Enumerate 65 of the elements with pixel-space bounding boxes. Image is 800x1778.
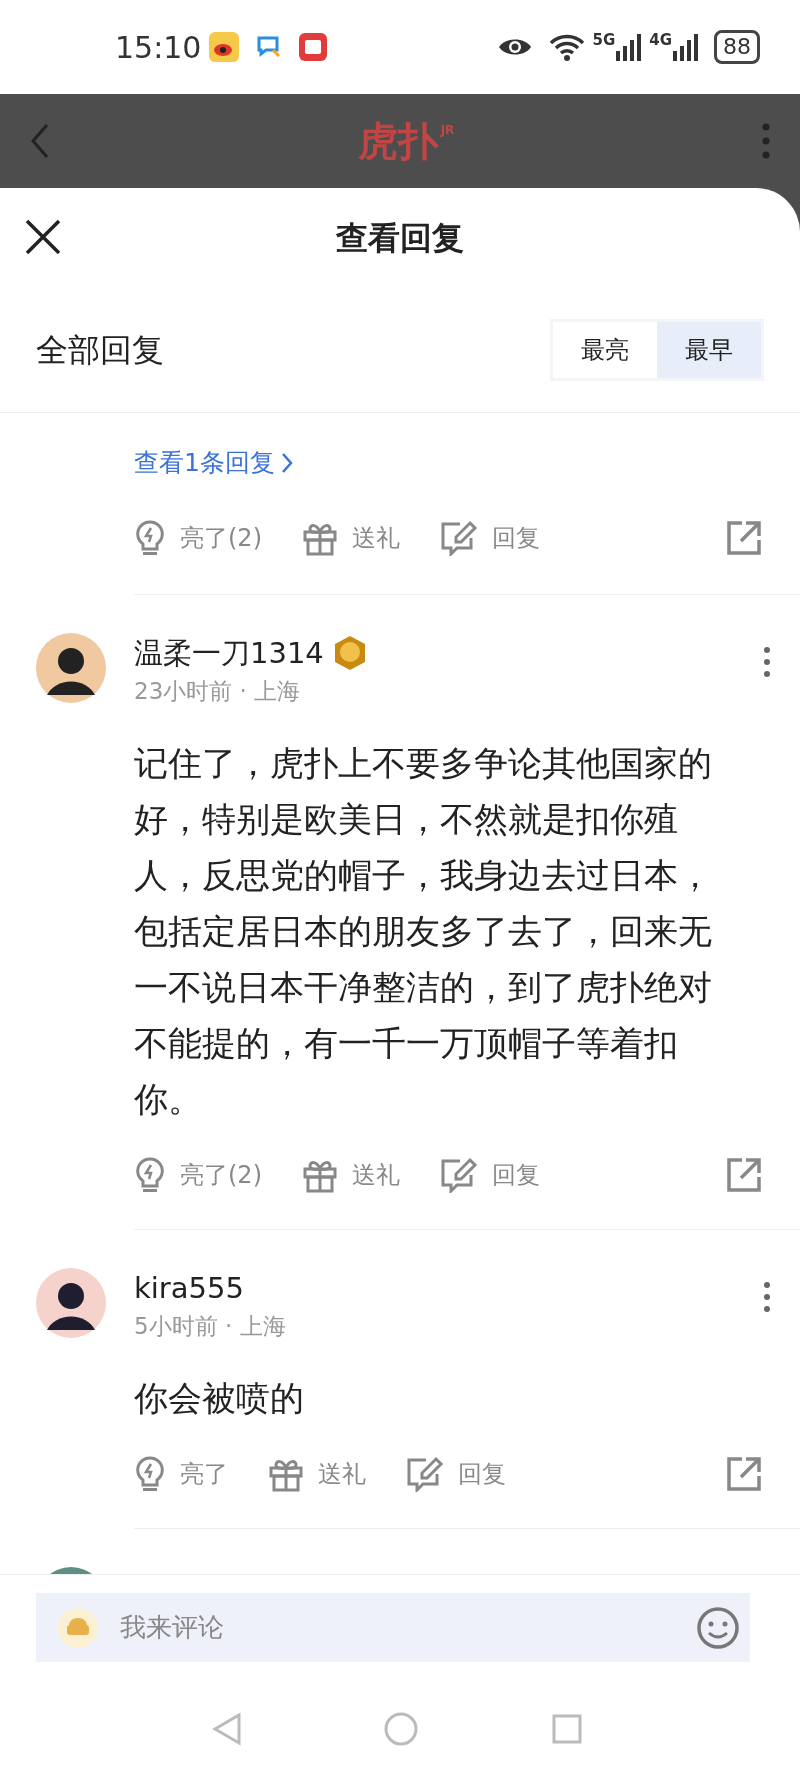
share-icon (726, 520, 762, 556)
more-button[interactable] (764, 1282, 770, 1312)
comment-text: 记住了，虎扑上不要多争论其他国家的好，特别是欧美日，不然就是扣你殖人，反思党的帽子，我身边去过日本，包括定居日本的朋友多了去了，回来无一不说日本干净整洁的，到了虎扑绝对不能提的，有一千一万顶帽子等着扣你。 (134, 742, 713, 1121)
network-label: 4G (649, 33, 672, 48)
view-replies-link[interactable]: 查看1条回复 (134, 443, 293, 483)
edit-icon (440, 1157, 478, 1193)
user-avatar-icon (58, 1607, 98, 1648)
app-logo: 虎扑 (357, 121, 438, 161)
light-button[interactable]: 亮了(2) (134, 1156, 262, 1194)
signal-icon (615, 33, 642, 61)
gift-button[interactable]: 送礼 (302, 1157, 400, 1193)
back-icon (30, 123, 50, 159)
share-button[interactable] (726, 520, 762, 556)
lightbulb-icon (134, 1156, 166, 1194)
close-button[interactable] (24, 218, 62, 256)
close-icon (24, 218, 62, 256)
share-icon (726, 1157, 762, 1193)
home-nav-button[interactable] (384, 1712, 418, 1746)
avatar (36, 1268, 106, 1338)
light-button[interactable]: 亮了 (134, 1455, 228, 1493)
back-nav-button[interactable] (212, 1712, 242, 1746)
comment-text: 你会被喷的 (134, 1377, 305, 1420)
sort-tab[interactable]: 最早 (657, 322, 761, 378)
section-title: 全部回复 (36, 330, 164, 371)
reply-button[interactable]: 回复 (406, 1456, 506, 1492)
light-button[interactable]: 亮了(2) (134, 519, 262, 557)
share-button[interactable] (726, 1157, 762, 1193)
share-button[interactable] (726, 1456, 762, 1492)
comment-meta: 23小时前 · 上海 (134, 677, 302, 706)
reply-button[interactable]: 回复 (440, 1157, 540, 1193)
more-icon (764, 1282, 770, 1312)
square-icon (552, 1714, 582, 1744)
comment-box[interactable]: 我来评论 (36, 1593, 750, 1662)
status-time: 15:10 (115, 28, 202, 67)
recents-nav-button[interactable] (552, 1714, 582, 1744)
lightbulb-icon (134, 519, 166, 557)
lightbulb-icon (134, 1455, 166, 1493)
reply-button[interactable]: 回复 (440, 520, 540, 556)
sort-tab[interactable]: 最亮 (553, 322, 657, 378)
more-button[interactable] (764, 647, 770, 677)
network-label: 5G (592, 33, 616, 48)
gift-button[interactable]: 送礼 (302, 520, 400, 556)
comment-input[interactable]: 我来评论 (118, 1607, 676, 1648)
signal-icon (672, 33, 698, 61)
emoji-icon (696, 1605, 740, 1650)
sheet-title: 查看回复 (336, 218, 464, 259)
circle-icon (384, 1712, 418, 1746)
app-notification-icon (209, 32, 240, 62)
author-name: 温柔一刀1314 (134, 635, 324, 672)
share-icon (726, 1456, 762, 1492)
more-icon (764, 647, 770, 677)
battery-indicator: 88 (714, 30, 760, 64)
author-name: kira555 (134, 1270, 244, 1307)
more-icon (762, 123, 770, 159)
triangle-icon (212, 1712, 242, 1746)
wifi-icon (548, 33, 585, 61)
chevron-right-icon (280, 452, 293, 474)
edit-icon (406, 1456, 444, 1492)
edit-icon (440, 520, 478, 556)
gift-button[interactable]: 送礼 (268, 1456, 366, 1492)
avatar (36, 633, 106, 703)
app-notification-icon (299, 33, 328, 61)
back-button[interactable] (30, 123, 50, 159)
comment-meta: 5小时前 · 上海 (134, 1312, 287, 1341)
logo-mark: JR (440, 122, 455, 139)
